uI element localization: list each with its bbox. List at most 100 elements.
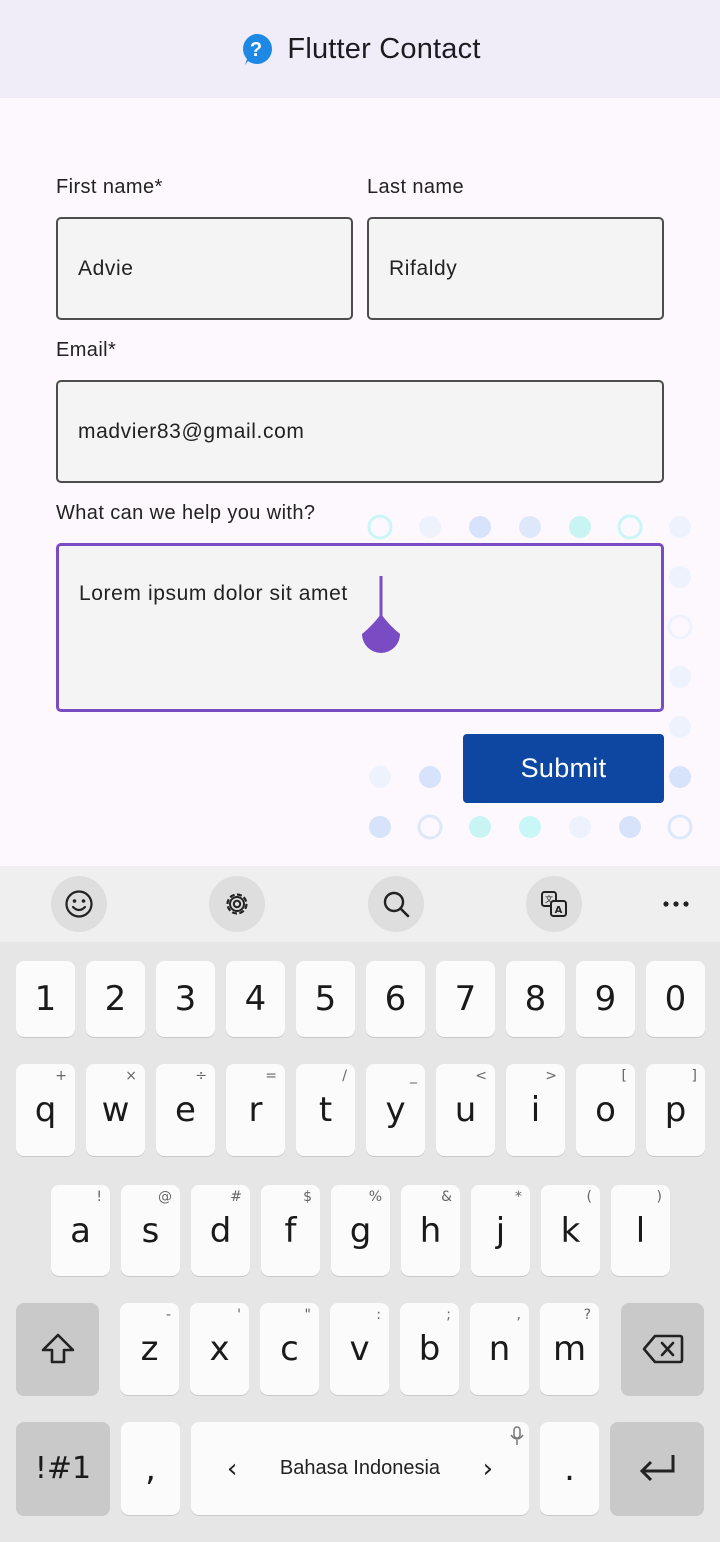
email-field[interactable]: madvier83@gmail.com (56, 380, 664, 483)
key-secondary-label: [ (621, 1068, 627, 1084)
key-r[interactable]: r = (226, 1064, 285, 1156)
key-secondary-label: $ (303, 1189, 312, 1205)
key-6[interactable]: 6 (366, 961, 425, 1037)
decorative-dot (519, 816, 541, 838)
key-7[interactable]: 7 (436, 961, 495, 1037)
last-name-value: Rifaldy (389, 256, 458, 280)
key-secondary-label: ' (237, 1307, 241, 1323)
key-9[interactable]: 9 (576, 961, 635, 1037)
decorative-dot (369, 816, 391, 838)
page-title: Flutter Contact (287, 32, 481, 65)
key-3[interactable]: 3 (156, 961, 215, 1037)
key-label: u (454, 1090, 477, 1130)
translate-icon: A 文 (541, 891, 567, 917)
key-label: w (101, 1090, 130, 1130)
key-u[interactable]: u < (436, 1064, 495, 1156)
decorative-dot (669, 666, 691, 688)
text-cursor-handle-icon[interactable] (360, 574, 402, 656)
space-language-label: Bahasa Indonesia (279, 1457, 441, 1479)
key-b[interactable]: b; (400, 1303, 459, 1395)
key-v[interactable]: v: (330, 1303, 389, 1395)
key-secondary-label: ) (656, 1189, 662, 1205)
key-a[interactable]: a! (51, 1185, 110, 1276)
key-t[interactable]: t / (296, 1064, 355, 1156)
key-8[interactable]: 8 (506, 961, 565, 1037)
soft-keyboard: A 文 1 2 3 4 5 6 7 8 9 0 q + w × e ÷ r = t / y _ u < i > o[p] a! s @ d #… (0, 866, 720, 1542)
app-bar: ? Flutter Contact (0, 0, 720, 98)
decorative-dot (469, 816, 491, 838)
contact-form: First name* Last name Advie Rifaldy Emai… (0, 98, 720, 866)
key-secondary-label: > (545, 1068, 557, 1084)
last-name-field[interactable]: Rifaldy (367, 217, 664, 320)
key-label: y (385, 1090, 406, 1130)
decorative-dot (669, 716, 691, 738)
symbols-key[interactable]: !#1 (16, 1422, 110, 1515)
key-label: m (552, 1329, 587, 1369)
key-5[interactable]: 5 (296, 961, 355, 1037)
key-secondary-label: - (165, 1307, 171, 1323)
last-name-label: Last name (367, 176, 464, 198)
key-p[interactable]: p] (646, 1064, 705, 1156)
key-y[interactable]: y _ (366, 1064, 425, 1156)
key-4[interactable]: 4 (226, 961, 285, 1037)
svg-text:A: A (555, 905, 563, 916)
microphone-icon (510, 1426, 524, 1445)
chevron-left-icon: ‹ (227, 1453, 238, 1484)
decorative-dot (469, 516, 491, 538)
space-key[interactable]: ‹ Bahasa Indonesia › (191, 1422, 529, 1515)
key-s[interactable]: s @ (121, 1185, 180, 1276)
help-bubble-icon: ? (243, 33, 273, 65)
key-secondary-label: _ (410, 1068, 417, 1084)
key-d[interactable]: d # (191, 1185, 250, 1276)
search-button[interactable] (368, 876, 424, 932)
comma-key[interactable]: , (121, 1422, 180, 1515)
key-q[interactable]: q + (16, 1064, 75, 1156)
key-z[interactable]: z- (120, 1303, 179, 1395)
first-name-field[interactable]: Advie (56, 217, 353, 320)
key-h[interactable]: h & (401, 1185, 460, 1276)
key-label: t (318, 1090, 333, 1130)
key-secondary-label: / (342, 1068, 347, 1084)
key-m[interactable]: m? (540, 1303, 599, 1395)
key-0[interactable]: 0 (646, 961, 705, 1037)
key-f[interactable]: f $ (261, 1185, 320, 1276)
key-o[interactable]: o[ (576, 1064, 635, 1156)
period-key[interactable]: . (540, 1422, 599, 1515)
decorative-dot (619, 816, 641, 838)
key-e[interactable]: e ÷ (156, 1064, 215, 1156)
key-1[interactable]: 1 (16, 961, 75, 1037)
key-k[interactable]: k( (541, 1185, 600, 1276)
first-name-label: First name* (56, 176, 163, 198)
key-g[interactable]: g% (331, 1185, 390, 1276)
more-options-button[interactable] (648, 876, 704, 932)
emoji-button[interactable] (51, 876, 107, 932)
translate-button[interactable]: A 文 (526, 876, 582, 932)
key-secondary-label: & (441, 1189, 452, 1205)
submit-button[interactable]: Submit (463, 734, 664, 803)
shift-icon (41, 1333, 74, 1364)
key-label: s (141, 1210, 160, 1251)
key-secondary-label: : (376, 1307, 381, 1323)
key-secondary-label: % (368, 1189, 382, 1205)
key-w[interactable]: w × (86, 1064, 145, 1156)
key-label: p (664, 1090, 687, 1130)
svg-text:?: ? (250, 39, 262, 61)
email-value: madvier83@gmail.com (78, 419, 305, 443)
key-n[interactable]: n, (470, 1303, 529, 1395)
key-l[interactable]: l) (611, 1185, 670, 1276)
key-secondary-label: ; (446, 1307, 451, 1323)
key-label: j (495, 1210, 506, 1251)
decorative-dot (617, 514, 643, 540)
key-secondary-label: ] (691, 1068, 697, 1084)
key-c[interactable]: c " (260, 1303, 319, 1395)
key-2[interactable]: 2 (86, 961, 145, 1037)
enter-key[interactable] (610, 1422, 704, 1515)
key-label: r (248, 1090, 263, 1130)
settings-button[interactable] (209, 876, 265, 932)
key-j[interactable]: j * (471, 1185, 530, 1276)
key-i[interactable]: i > (506, 1064, 565, 1156)
decorative-dot (419, 516, 441, 538)
key-x[interactable]: x ' (190, 1303, 249, 1395)
shift-key[interactable] (16, 1303, 99, 1395)
backspace-key[interactable] (621, 1303, 704, 1395)
